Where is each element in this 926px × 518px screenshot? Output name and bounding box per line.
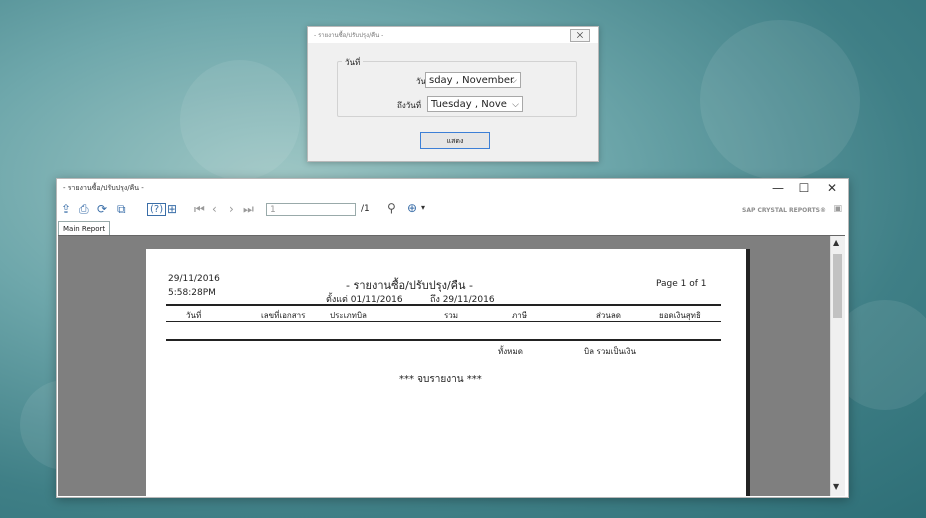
to-date-label: ถึงวันที่ <box>397 101 421 110</box>
export-icon[interactable]: ⇪ <box>61 202 71 216</box>
total-label: ทั้งหมด <box>498 347 523 356</box>
page-number-input[interactable]: 1 <box>266 203 356 216</box>
to-date-picker[interactable]: Tuesday , Nove ⌵ <box>427 96 523 112</box>
panel-toggle-icon[interactable]: ▣ <box>833 204 842 214</box>
scroll-down-icon[interactable]: ▼ <box>833 482 839 491</box>
show-report-button[interactable]: แสดง <box>420 132 490 149</box>
window-title: - รายงานซื้อ/ปรับปรุง/คืน - <box>63 184 144 192</box>
tab-main-report[interactable]: Main Report <box>58 221 111 236</box>
window-titlebar: - รายงานซื้อ/ปรับปรุง/คืน - — ☐ ✕ <box>57 179 848 197</box>
scroll-up-icon[interactable]: ▲ <box>833 238 839 247</box>
copy-icon[interactable]: ⧉ <box>117 202 126 217</box>
help-icon[interactable]: (?) <box>147 203 167 216</box>
dialog-titlebar: - รายงานซื้อ/ปรับปรุง/คืน - ⨉ <box>308 27 598 43</box>
previous-page-icon[interactable]: ‹ <box>212 202 217 216</box>
close-button[interactable]: ✕ <box>820 180 844 196</box>
sap-crystal-reports-logo: SAP CRYSTAL REPORTS® <box>742 207 826 214</box>
background-bokeh <box>700 20 860 180</box>
background-bokeh <box>180 60 300 180</box>
minimize-button[interactable]: — <box>766 180 790 196</box>
end-of-report: *** จบรายงาน *** <box>399 374 482 385</box>
column-rule <box>166 321 721 322</box>
report-page: 29/11/2016 5:58:28PM - รายงานซื้อ/ปรับปร… <box>146 249 746 496</box>
viewer-toolbar: ⇪ ⎙ ⟳ ⧉ (?) ⊞ ⏮ ‹ › ⏭ <box>57 201 848 219</box>
chevron-down-icon[interactable]: ⌵ <box>510 73 517 87</box>
dialog-close-button[interactable]: ⨉ <box>570 29 590 42</box>
header-rule <box>166 304 721 306</box>
dialog-title: - รายงานซื้อ/ปรับปรุง/คืน - <box>314 32 384 39</box>
next-page-icon[interactable]: › <box>229 202 234 216</box>
to-date-value: Tuesday , Nove <box>431 99 507 110</box>
first-page-icon[interactable]: ⏮ <box>194 202 205 217</box>
refresh-icon[interactable]: ⟳ <box>97 202 107 216</box>
report-viewer[interactable]: 29/11/2016 5:58:28PM - รายงานซื้อ/ปรับปร… <box>58 235 845 496</box>
vertical-scrollbar[interactable]: ▲ ▼ <box>830 236 845 496</box>
from-date-picker[interactable]: sday , November ⌵ <box>425 72 521 88</box>
date-filter-dialog: - รายงานซื้อ/ปรับปรุง/คืน - ⨉ วันที่ วัน… <box>307 26 599 162</box>
zoom-dropdown-icon[interactable]: ▾ <box>421 203 425 212</box>
group-tree-icon[interactable]: ⊞ <box>167 202 177 216</box>
page-total: /1 <box>361 204 370 214</box>
last-page-icon[interactable]: ⏭ <box>243 202 254 217</box>
report-time: 5:58:28PM <box>168 288 216 298</box>
print-icon[interactable]: ⎙ <box>79 202 89 217</box>
scroll-thumb[interactable] <box>833 254 842 318</box>
chevron-down-icon[interactable]: ⌵ <box>512 97 519 111</box>
maximize-button[interactable]: ☐ <box>792 180 816 196</box>
report-window: - รายงานซื้อ/ปรับปรุง/คืน - — ☐ ✕ ⇪ ⎙ ⟳ … <box>56 178 849 498</box>
binoculars-icon[interactable]: ⚲ <box>387 201 396 215</box>
total-bills-label: บิล รวมเป็นเงิน <box>584 347 636 356</box>
from-date-value: sday , November <box>429 75 515 86</box>
date-group-label: วันที่ <box>342 56 364 69</box>
total-rule <box>166 339 721 341</box>
report-page-number: Page 1 of 1 <box>656 279 707 289</box>
report-date: 29/11/2016 <box>168 274 220 284</box>
zoom-icon[interactable]: ⊕ <box>407 201 417 215</box>
